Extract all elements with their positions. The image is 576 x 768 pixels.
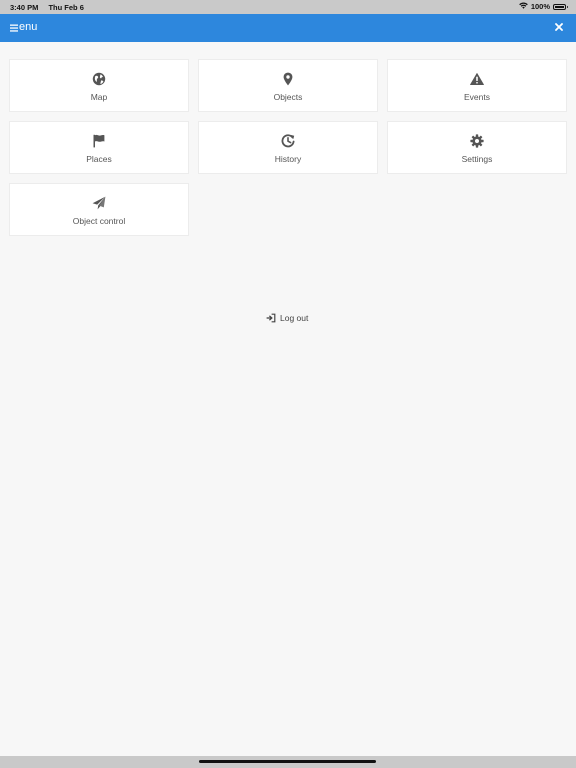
tile-label: Places <box>86 154 112 164</box>
paper-plane-icon <box>92 196 106 210</box>
status-time-date: 3:40 PM Thu Feb 6 <box>10 3 84 12</box>
status-time: 3:40 PM <box>10 3 39 12</box>
battery-fill <box>555 5 564 8</box>
battery-icon <box>553 3 568 10</box>
status-date: Thu Feb 6 <box>48 3 84 12</box>
objects-tile[interactable]: Objects <box>198 59 378 112</box>
map-tile[interactable]: Map <box>9 59 189 112</box>
status-indicators: 100% <box>519 2 568 11</box>
places-tile[interactable]: Places <box>9 121 189 174</box>
close-icon <box>555 18 563 36</box>
gear-icon <box>470 134 484 148</box>
tile-label: Map <box>90 92 108 102</box>
status-bar: 3:40 PM Thu Feb 6 100% <box>0 0 576 14</box>
close-button[interactable] <box>552 20 566 34</box>
bottom-bar <box>0 756 576 768</box>
logout-button[interactable]: Log out <box>266 313 308 323</box>
home-indicator[interactable] <box>199 760 376 763</box>
flag-icon <box>92 134 106 148</box>
tile-label: Object control <box>72 216 126 226</box>
settings-tile[interactable]: Settings <box>387 121 567 174</box>
history-icon <box>281 134 295 148</box>
tile-label: Objects <box>273 92 303 102</box>
tile-label: Events <box>464 92 490 102</box>
menu-title: enu <box>10 21 37 33</box>
header-title: enu <box>19 21 38 33</box>
tile-label: Settings <box>461 154 493 164</box>
map-pin-icon <box>281 72 295 86</box>
tile-label: History <box>274 154 302 164</box>
object-control-tile[interactable]: Object control <box>9 183 189 236</box>
history-tile[interactable]: History <box>198 121 378 174</box>
sign-out-icon <box>266 313 276 323</box>
battery-percent: 100% <box>530 2 550 11</box>
hamburger-icon[interactable] <box>10 23 18 32</box>
globe-icon <box>92 72 106 86</box>
logout-label: Log out <box>280 313 309 323</box>
warning-icon <box>470 72 484 86</box>
wifi-icon <box>519 2 528 11</box>
app-header: enu <box>0 14 576 42</box>
events-tile[interactable]: Events <box>387 59 567 112</box>
